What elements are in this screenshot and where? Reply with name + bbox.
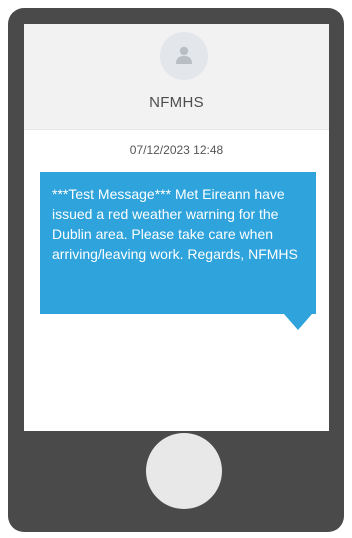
phone-frame: NFMHS 07/12/2023 12:48 ***Test Message**… bbox=[8, 8, 344, 532]
message-text: ***Test Message*** Met Eireann have issu… bbox=[52, 186, 298, 262]
contact-name: NFMHS bbox=[149, 94, 204, 111]
phone-screen: NFMHS 07/12/2023 12:48 ***Test Message**… bbox=[24, 24, 329, 431]
message-bubble[interactable]: ***Test Message*** Met Eireann have issu… bbox=[40, 172, 316, 314]
message-bubble-tail bbox=[284, 314, 312, 330]
contact-header: NFMHS bbox=[24, 24, 329, 130]
home-button[interactable] bbox=[146, 433, 222, 509]
user-icon bbox=[176, 46, 192, 64]
avatar[interactable] bbox=[160, 32, 208, 80]
message-timestamp: 07/12/2023 12:48 bbox=[129, 143, 224, 157]
